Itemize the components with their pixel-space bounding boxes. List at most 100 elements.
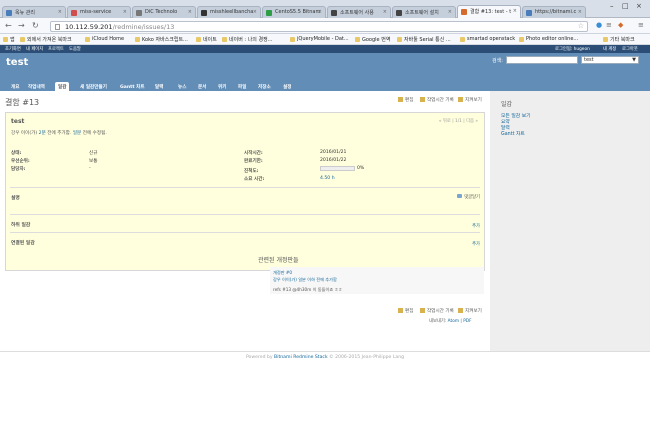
tab-news[interactable]: 뉴스 [175, 82, 189, 91]
project-title: test [6, 57, 29, 68]
journal-author[interactable]: 강우 이이(가) 일분 이하 전에 추가함 [273, 277, 337, 283]
edit-button-bottom[interactable]: 편집 [398, 308, 413, 314]
log-time-button[interactable]: 작업시간 기록 [420, 97, 454, 103]
sidebar-title: 일감 [501, 101, 513, 108]
browser-tab[interactable]: 소프트웨어 설치 × [392, 6, 456, 18]
issue-author-line: 강우 이이(가) 2분 전에 추가함. 일분 전에 수정됨. [11, 131, 107, 136]
close-icon[interactable]: × [318, 9, 322, 15]
extension-icon[interactable]: ◆ [618, 21, 623, 29]
attr-value-spent-time[interactable]: 4.50 h [320, 176, 335, 181]
star-icon [458, 308, 463, 313]
tab-overview[interactable]: 개요 [8, 82, 22, 91]
browser-tab[interactable]: DiC Technolo × [132, 6, 196, 18]
search-input[interactable] [506, 56, 578, 64]
footer: Powered by Bitnami Redmine Stack © 2006-… [0, 351, 650, 366]
reload-icon[interactable]: ↻ [32, 21, 39, 30]
bookmark-item[interactable]: smartad openstack [460, 36, 515, 42]
watch-button[interactable]: 지켜보기 [458, 97, 482, 103]
top-menu-logout[interactable]: 로그아웃 [622, 46, 638, 52]
bookmark-item[interactable]: 자바툴 Serial 통신 ... [397, 36, 451, 43]
log-time-button-bottom[interactable]: 작업시간 기록 [420, 308, 454, 314]
top-menu-help[interactable]: 도움말 [69, 46, 81, 52]
top-menu-projects[interactable]: 프로젝트 [48, 46, 64, 52]
tab-files[interactable]: 파일 [235, 82, 249, 91]
forward-icon[interactable]: → [18, 21, 25, 30]
browser-tab[interactable]: https://bitnami.c × [522, 6, 586, 18]
tab-activity[interactable]: 작업내역 [25, 82, 48, 91]
quote-button[interactable]: 댓글달기 [457, 194, 480, 200]
close-window-icon[interactable]: × [636, 2, 642, 10]
tab-new-issue[interactable]: 새 일감만들기 [77, 82, 110, 91]
top-menu-my-account[interactable]: 내 계정 [603, 46, 616, 52]
bookmark-item[interactable]: Koko 자바스크립트... [135, 36, 188, 43]
close-icon[interactable]: × [513, 8, 517, 14]
close-icon[interactable]: × [253, 9, 257, 15]
close-icon[interactable]: × [123, 9, 127, 15]
pencil-icon [398, 308, 403, 313]
tab-repository[interactable]: 저장소 [255, 82, 274, 91]
browser-tab[interactable]: 소프트웨어 사용 × [327, 6, 391, 18]
tab-gantt[interactable]: Gantt 차트 [117, 82, 148, 91]
browser-tab-active[interactable]: 결함 #13: test - t × [457, 5, 521, 19]
browser-tab[interactable]: misshleellbancha × [197, 6, 261, 18]
project-jump-select[interactable]: test ▼ [581, 56, 639, 64]
bookmark-apps[interactable]: 앱 [3, 36, 15, 43]
main-content: 결함 #13 편집 작업시간 기록 지켜보기 test « 뒤로 | 1/1 |… [0, 91, 490, 351]
page-icon [55, 24, 60, 30]
extension-icon[interactable]: ● [596, 21, 602, 29]
sidebar-link-gantt[interactable]: Gantt 차트 [501, 130, 525, 137]
tab-favicon-icon [201, 10, 207, 16]
minimize-icon[interactable]: – [610, 2, 614, 10]
browser-tab[interactable]: 옥뉴 관리 × [2, 6, 66, 18]
tab-documents[interactable]: 문서 [195, 82, 209, 91]
browser-tab-bar: 옥뉴 관리 × miss-service × DiC Technolo × missh… [0, 0, 650, 19]
bookmark-item[interactable]: iCloud Home [85, 36, 124, 42]
address-bar[interactable]: 10.112.59.201/redmine/issues/13 ☆ [50, 21, 588, 32]
bookmark-item[interactable]: jQueryMobile - Dat... [290, 36, 349, 42]
top-menu-home[interactable]: 초기화면 [5, 46, 21, 52]
tab-wiki[interactable]: 위키 [215, 82, 229, 91]
close-icon[interactable]: × [58, 9, 62, 15]
close-icon[interactable]: × [383, 9, 387, 15]
bookmark-item[interactable]: 네이트 [196, 36, 217, 43]
bookmark-star-icon[interactable]: ☆ [578, 22, 584, 30]
close-icon[interactable]: × [448, 9, 452, 15]
add-related-link[interactable]: 추가 [472, 241, 480, 247]
attr-label-due-date: 완료기한: [244, 159, 263, 164]
browser-tab[interactable]: CentoS5.5 Bitnam × [262, 6, 326, 18]
attr-value-start-date: 2016/01/21 [320, 150, 347, 155]
translate-icon[interactable]: ≡ [606, 21, 612, 29]
bookmark-item[interactable]: 네이버 : 나의 경쟁... [222, 36, 272, 43]
tab-favicon-icon [331, 10, 337, 16]
issue-pagination[interactable]: « 뒤로 | 1/1 | 다음 » [439, 118, 478, 124]
tab-calendar[interactable]: 달력 [152, 82, 166, 91]
add-subtask-link[interactable]: 추가 [472, 223, 480, 229]
footer-link[interactable]: Bitnami Redmine Stack [274, 355, 328, 360]
tab-issues[interactable]: 일감 [55, 82, 70, 91]
top-menu-my-page[interactable]: 내 페이지 [26, 46, 43, 52]
revision-link[interactable]: 개정판 #0 [273, 270, 292, 276]
watch-button-bottom[interactable]: 지켜보기 [458, 308, 482, 314]
attr-label-start-date: 시작시간: [244, 151, 263, 156]
tab-settings[interactable]: 설정 [280, 82, 294, 91]
close-icon[interactable]: × [188, 9, 192, 15]
export-atom-link[interactable]: Atom [448, 319, 459, 324]
updated-time-link[interactable]: 일분 [73, 131, 81, 136]
edit-button[interactable]: 편집 [398, 97, 413, 103]
back-icon[interactable]: ← [5, 21, 12, 30]
main-menu: 개요 작업내역 일감 새 일감만들기 Gantt 차트 달력 뉴스 문서 위키 … [0, 81, 650, 91]
close-icon[interactable]: × [578, 9, 582, 15]
browser-tab[interactable]: miss-service × [67, 6, 131, 18]
attr-value-due-date: 2016/01/22 [320, 158, 347, 163]
maximize-icon[interactable]: □ [622, 2, 629, 10]
bookmark-item[interactable]: 외에서 가져온 북마크 [20, 36, 72, 43]
bookmark-item[interactable]: Google 번역 [355, 36, 390, 43]
logged-in-as: 로그인됨: hugeon [555, 47, 590, 52]
clock-icon [420, 308, 425, 313]
export-pdf-link[interactable]: PDF [463, 319, 471, 324]
export-links: 내보내기: Atom | PDF [429, 319, 472, 324]
bookmark-other[interactable]: 기타 북마크 [603, 36, 635, 43]
created-time-link[interactable]: 2분 [39, 131, 46, 136]
bookmark-item[interactable]: Photo editor online... [519, 36, 578, 42]
menu-icon[interactable]: ≡ [638, 21, 644, 29]
